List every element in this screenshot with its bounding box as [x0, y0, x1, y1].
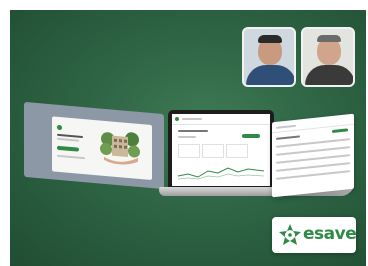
person-photo-2 — [301, 27, 355, 87]
hair — [258, 35, 282, 43]
data-table — [276, 138, 350, 186]
table-row — [276, 170, 350, 180]
brand-name: esave — [303, 224, 357, 244]
metric-card — [178, 144, 200, 158]
hair — [317, 35, 341, 42]
line-chart — [177, 162, 265, 182]
logo-mark — [57, 124, 62, 131]
divider — [172, 124, 270, 125]
dashboard-ui — [172, 114, 270, 186]
metric-card — [226, 144, 248, 158]
text-line — [178, 136, 196, 138]
promo-banner: esave — [10, 10, 366, 266]
primary-button[interactable] — [57, 145, 79, 152]
login-page — [52, 116, 152, 181]
person-photo-1 — [242, 27, 296, 87]
shirt — [246, 65, 294, 85]
right-screen — [272, 113, 354, 198]
action-button[interactable] — [242, 134, 260, 138]
text-line — [57, 154, 85, 160]
title-line — [276, 135, 300, 140]
header-line — [182, 118, 202, 120]
header-line — [276, 124, 296, 129]
logo-mark — [175, 117, 179, 121]
metric-card — [202, 144, 224, 158]
leaf-star-icon — [278, 223, 302, 247]
building-illustration — [100, 127, 140, 166]
action-button[interactable] — [332, 128, 348, 134]
left-screen — [24, 101, 164, 190]
shirt — [305, 65, 353, 85]
title-line — [178, 130, 208, 132]
text-line — [57, 137, 79, 142]
brand-logo-card: esave — [272, 217, 357, 253]
laptop-screen — [168, 110, 274, 188]
